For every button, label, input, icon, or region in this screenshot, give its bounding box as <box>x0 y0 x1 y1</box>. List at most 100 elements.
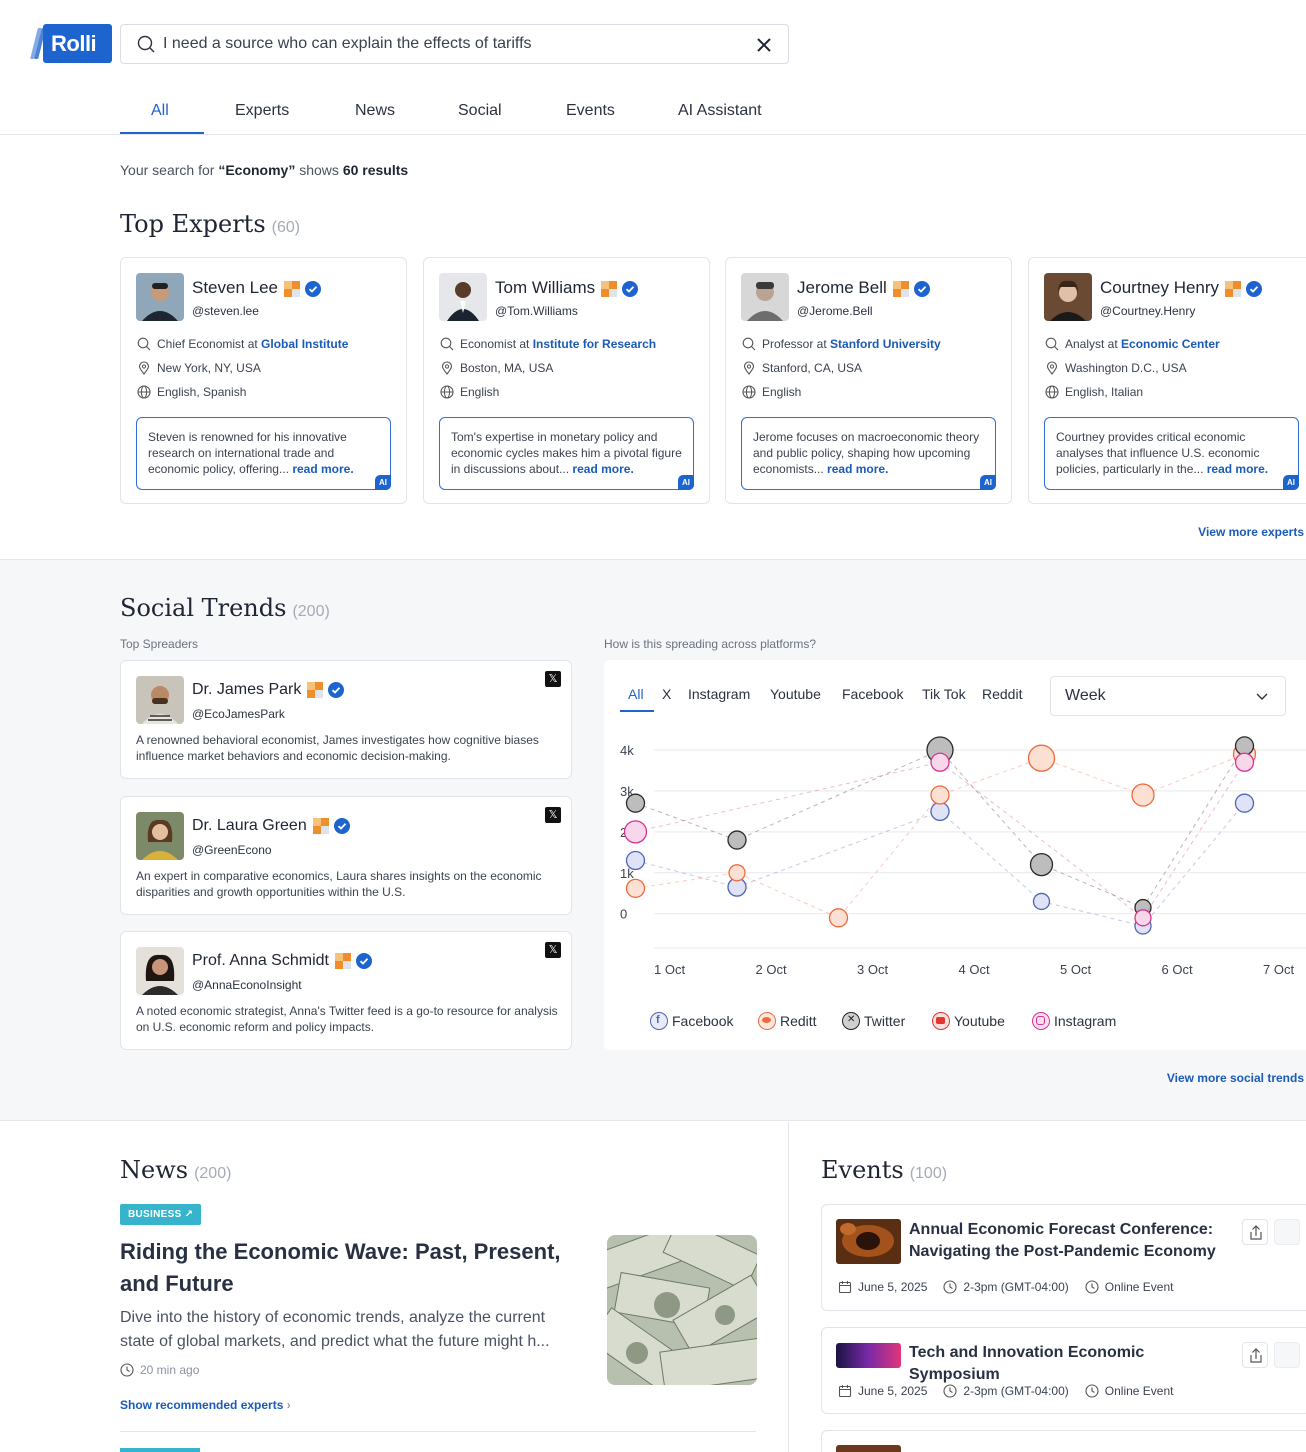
spreader-card[interactable]: Prof. Anna Schmidt @AnnaEconoInsight A n… <box>120 931 572 1050</box>
x-platform-icon[interactable]: 𝕏 <box>545 671 561 687</box>
x-icon: ✕ <box>842 1012 860 1030</box>
tab-social[interactable]: Social <box>458 102 502 120</box>
legend-facebook[interactable]: f Facebook <box>650 1012 733 1030</box>
close-icon[interactable] <box>754 35 774 55</box>
tab-events[interactable]: Events <box>566 102 615 120</box>
chart-label: How is this spreading across platforms? <box>604 637 817 651</box>
section-count: (200) <box>194 1165 232 1182</box>
expert-handle: @steven.lee <box>192 304 259 318</box>
spreader-name[interactable]: Dr. Laura Green <box>192 817 307 834</box>
x-platform-icon[interactable]: 𝕏 <box>545 942 561 958</box>
event-title[interactable]: Annual Economic Forecast Conference: Nav… <box>909 1219 1239 1263</box>
expert-name[interactable]: Jerome Bell <box>797 278 887 297</box>
legend-reddit[interactable]: Reditt <box>758 1012 817 1030</box>
search-summary: Your search for “Economy” shows 60 resul… <box>120 162 409 178</box>
search-bar[interactable] <box>120 24 789 64</box>
news-divider-line <box>120 1431 756 1432</box>
legend-youtube[interactable]: Youtube <box>932 1012 1005 1030</box>
avatar <box>136 273 184 321</box>
rolli-logo[interactable]: Rolli <box>30 24 112 64</box>
point-twitter[interactable] <box>1029 852 1054 877</box>
spreader-card[interactable]: Dr. James Park @EcoJamesPark A renowned … <box>120 660 572 779</box>
spread-chart: 4k3k2k1k01 Oct2 Oct3 Oct4 Oct5 Oct6 Oct7… <box>620 736 1306 977</box>
platform-tab-reddit[interactable]: Reddit <box>982 686 1022 702</box>
tab-all[interactable]: All <box>151 102 169 120</box>
spreader-card[interactable]: Dr. Laura Green @GreenEcono An expert in… <box>120 796 572 915</box>
point-instagram[interactable] <box>1234 752 1255 772</box>
event-thumbnail <box>836 1445 901 1452</box>
point-reditt[interactable] <box>1027 744 1056 772</box>
point-instagram[interactable] <box>930 752 950 772</box>
next-news-tag <box>120 1448 200 1452</box>
x-tick-label: 6 Oct <box>1162 962 1193 977</box>
search-icon <box>137 35 155 53</box>
news-headline[interactable]: Riding the Economic Wave: Past, Present,… <box>120 1236 590 1300</box>
expert-card[interactable]: Steven Lee @steven.lee Chief Economist a… <box>120 257 407 504</box>
news-image[interactable] <box>607 1235 757 1385</box>
org-link[interactable]: Economic Center <box>1121 337 1220 351</box>
platform-tab-instagram[interactable]: Instagram <box>688 686 750 702</box>
platform-tab-x[interactable]: X <box>662 686 671 702</box>
expert-card[interactable]: Courtney Henry @Courtney.Henry Analyst a… <box>1028 257 1306 504</box>
clock-icon <box>120 1363 134 1377</box>
news-tag[interactable]: BUSINESS ↗ <box>120 1204 202 1225</box>
point-twitter[interactable] <box>625 793 646 813</box>
point-facebook[interactable] <box>930 801 950 822</box>
more-button[interactable] <box>1274 1342 1300 1368</box>
globe-icon <box>742 385 756 399</box>
platform-tab-youtube[interactable]: Youtube <box>770 686 821 702</box>
expert-card[interactable]: Jerome Bell @Jerome.Bell Professor at St… <box>725 257 1012 504</box>
point-facebook[interactable] <box>1032 892 1051 911</box>
share-button[interactable] <box>1242 1342 1268 1368</box>
tab-experts[interactable]: Experts <box>235 102 289 120</box>
event-card[interactable]: Annual Economic Forecast Conference: Nav… <box>821 1204 1306 1311</box>
point-reditt[interactable] <box>1131 783 1155 807</box>
expert-location: Stanford, CA, USA <box>742 361 862 375</box>
expert-role: Economist at Institute for Research <box>440 337 656 351</box>
read-more-link[interactable]: read more. <box>827 462 888 476</box>
point-reditt[interactable] <box>930 785 950 805</box>
tab-news[interactable]: News <box>355 102 395 120</box>
spreader-name[interactable]: Dr. James Park <box>192 681 301 698</box>
platform-tab-all[interactable]: All <box>628 686 644 702</box>
legend-instagram[interactable]: Instagram <box>1032 1012 1116 1030</box>
view-more-experts-link[interactable]: View more experts <box>1198 525 1304 539</box>
read-more-link[interactable]: read more. <box>1207 462 1268 476</box>
tab-ai-assistant[interactable]: AI Assistant <box>678 102 762 120</box>
share-button[interactable] <box>1242 1219 1268 1245</box>
expert-name[interactable]: Steven Lee <box>192 278 278 297</box>
event-card[interactable] <box>821 1430 1306 1452</box>
point-reditt[interactable] <box>625 878 646 898</box>
read-more-link[interactable]: read more. <box>292 462 353 476</box>
section-title: Events <box>821 1156 904 1184</box>
view-more-social-link[interactable]: View more social trends <box>1167 1071 1304 1085</box>
search-input[interactable] <box>163 31 743 57</box>
expert-handle: @Courtney.Henry <box>1100 304 1196 318</box>
expert-card[interactable]: Tom Williams @Tom.Williams Economist at … <box>423 257 710 504</box>
legend-twitter[interactable]: ✕ Twitter <box>842 1012 905 1030</box>
point-reditt[interactable] <box>728 864 746 882</box>
org-link[interactable]: Global Institute <box>261 337 348 351</box>
point-facebook[interactable] <box>1234 793 1255 813</box>
org-link[interactable]: Institute for Research <box>533 337 656 351</box>
platform-tab-tiktok[interactable]: Tik Tok <box>922 686 966 702</box>
point-reditt[interactable] <box>828 908 849 928</box>
spreader-name[interactable]: Prof. Anna Schmidt <box>192 952 329 969</box>
platform-tab-facebook[interactable]: Facebook <box>842 686 903 702</box>
event-card[interactable]: Tech and Innovation Economic Symposium J… <box>821 1327 1306 1414</box>
point-facebook[interactable] <box>625 850 646 871</box>
event-title[interactable]: Tech and Innovation Economic Symposium <box>909 1342 1239 1386</box>
show-recommended-experts-link[interactable]: Show recommended experts › <box>120 1398 291 1412</box>
point-instagram[interactable] <box>1134 909 1152 927</box>
ai-badge: AI <box>678 475 694 490</box>
expert-name[interactable]: Tom Williams <box>495 278 595 297</box>
point-instagram[interactable] <box>623 820 648 844</box>
period-select[interactable]: Week <box>1050 676 1286 716</box>
org-link[interactable]: Stanford University <box>830 337 941 351</box>
more-button[interactable] <box>1274 1219 1300 1245</box>
read-more-link[interactable]: read more. <box>572 462 633 476</box>
x-platform-icon[interactable]: 𝕏 <box>545 807 561 823</box>
point-twitter[interactable] <box>1234 736 1255 756</box>
expert-name[interactable]: Courtney Henry <box>1100 278 1219 297</box>
point-twitter[interactable] <box>727 830 747 850</box>
